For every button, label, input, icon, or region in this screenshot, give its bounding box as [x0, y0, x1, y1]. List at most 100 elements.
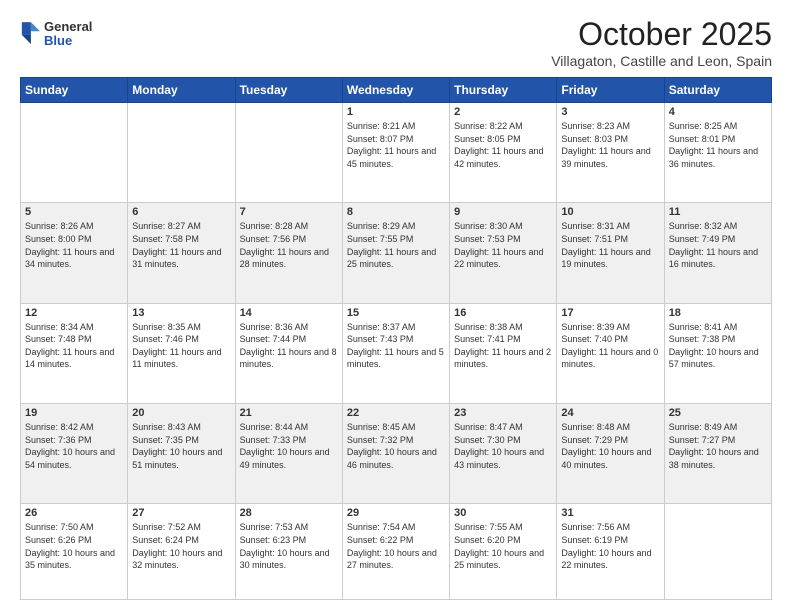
- day-info: Sunrise: 8:36 AM Sunset: 7:44 PM Dayligh…: [240, 321, 338, 371]
- day-number: 8: [347, 206, 445, 218]
- day-number: 20: [132, 407, 230, 419]
- day-number: 25: [669, 407, 767, 419]
- day-number: 11: [669, 206, 767, 218]
- day-info: Sunrise: 7:54 AM Sunset: 6:22 PM Dayligh…: [347, 521, 445, 571]
- day-cell: 20 Sunrise: 8:43 AM Sunset: 7:35 PM Dayli…: [128, 404, 235, 504]
- day-cell: [21, 103, 128, 203]
- day-info: Sunrise: 8:48 AM Sunset: 7:29 PM Dayligh…: [561, 421, 659, 471]
- day-number: 4: [669, 106, 767, 118]
- calendar-header-wednesday: Wednesday: [342, 78, 449, 103]
- day-cell: 5 Sunrise: 8:26 AM Sunset: 8:00 PM Daylig…: [21, 203, 128, 303]
- day-number: 2: [454, 106, 552, 118]
- day-number: 27: [132, 507, 230, 519]
- week-row-2: 5 Sunrise: 8:26 AM Sunset: 8:00 PM Daylig…: [21, 203, 772, 303]
- day-cell: 8 Sunrise: 8:29 AM Sunset: 7:55 PM Daylig…: [342, 203, 449, 303]
- day-cell: 17Sunrise: 8:39 AM Sunset: 7:40 PM Dayli…: [557, 303, 664, 403]
- day-info: Sunrise: 8:49 AM Sunset: 7:27 PM Dayligh…: [669, 421, 767, 471]
- day-number: 18: [669, 307, 767, 319]
- day-cell: [128, 103, 235, 203]
- calendar: SundayMondayTuesdayWednesdayThursdayFrid…: [20, 77, 772, 600]
- month-title: October 2025: [551, 16, 772, 53]
- logo-icon: [20, 20, 40, 48]
- day-cell: 28 Sunrise: 7:53 AM Sunset: 6:23 PM Dayli…: [235, 504, 342, 600]
- day-cell: 3 Sunrise: 8:23 AM Sunset: 8:03 PM Daylig…: [557, 103, 664, 203]
- day-info: Sunrise: 8:39 AM Sunset: 7:40 PM Dayligh…: [561, 321, 659, 371]
- calendar-header-row: SundayMondayTuesdayWednesdayThursdayFrid…: [21, 78, 772, 103]
- day-cell: 26Sunrise: 7:50 AM Sunset: 6:26 PM Dayli…: [21, 504, 128, 600]
- day-cell: 6 Sunrise: 8:27 AM Sunset: 7:58 PM Daylig…: [128, 203, 235, 303]
- logo-blue: Blue: [44, 34, 92, 48]
- calendar-header-sunday: Sunday: [21, 78, 128, 103]
- calendar-header-monday: Monday: [128, 78, 235, 103]
- day-info: Sunrise: 8:29 AM Sunset: 7:55 PM Dayligh…: [347, 220, 445, 270]
- day-number: 24: [561, 407, 659, 419]
- day-number: 12: [25, 307, 123, 319]
- day-number: 3: [561, 106, 659, 118]
- day-info: Sunrise: 8:22 AM Sunset: 8:05 PM Dayligh…: [454, 120, 552, 170]
- day-info: Sunrise: 8:32 AM Sunset: 7:49 PM Dayligh…: [669, 220, 767, 270]
- header: General Blue October 2025 Villagaton, Ca…: [20, 16, 772, 69]
- day-cell: 13 Sunrise: 8:35 AM Sunset: 7:46 PM Dayli…: [128, 303, 235, 403]
- day-info: Sunrise: 8:47 AM Sunset: 7:30 PM Dayligh…: [454, 421, 552, 471]
- day-info: Sunrise: 8:44 AM Sunset: 7:33 PM Dayligh…: [240, 421, 338, 471]
- day-cell: 16 Sunrise: 8:38 AM Sunset: 7:41 PM Dayli…: [450, 303, 557, 403]
- day-number: 10: [561, 206, 659, 218]
- day-number: 13: [132, 307, 230, 319]
- day-cell: [235, 103, 342, 203]
- day-info: Sunrise: 7:56 AM Sunset: 6:19 PM Dayligh…: [561, 521, 659, 571]
- day-cell: 7 Sunrise: 8:28 AM Sunset: 7:56 PM Daylig…: [235, 203, 342, 303]
- day-number: 15: [347, 307, 445, 319]
- day-cell: 18Sunrise: 8:41 AM Sunset: 7:38 PM Dayli…: [664, 303, 771, 403]
- day-cell: 9Sunrise: 8:30 AM Sunset: 7:53 PM Daylig…: [450, 203, 557, 303]
- day-cell: 21 Sunrise: 8:44 AM Sunset: 7:33 PM Dayli…: [235, 404, 342, 504]
- day-number: 5: [25, 206, 123, 218]
- day-cell: [664, 504, 771, 600]
- day-info: Sunrise: 8:23 AM Sunset: 8:03 PM Dayligh…: [561, 120, 659, 170]
- day-number: 7: [240, 206, 338, 218]
- day-cell: 24 Sunrise: 8:48 AM Sunset: 7:29 PM Dayli…: [557, 404, 664, 504]
- day-info: Sunrise: 8:34 AM Sunset: 7:48 PM Dayligh…: [25, 321, 123, 371]
- logo: General Blue: [20, 20, 92, 49]
- day-number: 21: [240, 407, 338, 419]
- day-number: 31: [561, 507, 659, 519]
- day-info: Sunrise: 8:43 AM Sunset: 7:35 PM Dayligh…: [132, 421, 230, 471]
- day-cell: 25 Sunrise: 8:49 AM Sunset: 7:27 PM Dayli…: [664, 404, 771, 504]
- day-info: Sunrise: 8:45 AM Sunset: 7:32 PM Dayligh…: [347, 421, 445, 471]
- day-number: 22: [347, 407, 445, 419]
- day-info: Sunrise: 8:28 AM Sunset: 7:56 PM Dayligh…: [240, 220, 338, 270]
- calendar-header-thursday: Thursday: [450, 78, 557, 103]
- day-number: 14: [240, 307, 338, 319]
- day-cell: 15 Sunrise: 8:37 AM Sunset: 7:43 PM Dayli…: [342, 303, 449, 403]
- day-number: 9: [454, 206, 552, 218]
- day-info: Sunrise: 7:52 AM Sunset: 6:24 PM Dayligh…: [132, 521, 230, 571]
- day-cell: 31 Sunrise: 7:56 AM Sunset: 6:19 PM Dayli…: [557, 504, 664, 600]
- day-info: Sunrise: 8:27 AM Sunset: 7:58 PM Dayligh…: [132, 220, 230, 270]
- day-info: Sunrise: 8:37 AM Sunset: 7:43 PM Dayligh…: [347, 321, 445, 371]
- day-number: 16: [454, 307, 552, 319]
- week-row-4: 19 Sunrise: 8:42 AM Sunset: 7:36 PM Dayli…: [21, 404, 772, 504]
- day-cell: 10Sunrise: 8:31 AM Sunset: 7:51 PM Dayli…: [557, 203, 664, 303]
- calendar-header-saturday: Saturday: [664, 78, 771, 103]
- day-cell: 2 Sunrise: 8:22 AM Sunset: 8:05 PM Daylig…: [450, 103, 557, 203]
- day-number: 19: [25, 407, 123, 419]
- day-info: Sunrise: 8:42 AM Sunset: 7:36 PM Dayligh…: [25, 421, 123, 471]
- day-info: Sunrise: 7:53 AM Sunset: 6:23 PM Dayligh…: [240, 521, 338, 571]
- day-cell: 29 Sunrise: 7:54 AM Sunset: 6:22 PM Dayli…: [342, 504, 449, 600]
- day-number: 29: [347, 507, 445, 519]
- day-cell: 27 Sunrise: 7:52 AM Sunset: 6:24 PM Dayli…: [128, 504, 235, 600]
- calendar-header-tuesday: Tuesday: [235, 78, 342, 103]
- week-row-1: 1Sunrise: 8:21 AM Sunset: 8:07 PM Daylig…: [21, 103, 772, 203]
- day-info: Sunrise: 7:55 AM Sunset: 6:20 PM Dayligh…: [454, 521, 552, 571]
- logo-general: General: [44, 20, 92, 34]
- day-info: Sunrise: 8:38 AM Sunset: 7:41 PM Dayligh…: [454, 321, 552, 371]
- day-info: Sunrise: 8:26 AM Sunset: 8:00 PM Dayligh…: [25, 220, 123, 270]
- day-number: 28: [240, 507, 338, 519]
- day-cell: 22 Sunrise: 8:45 AM Sunset: 7:32 PM Dayli…: [342, 404, 449, 504]
- day-info: Sunrise: 8:25 AM Sunset: 8:01 PM Dayligh…: [669, 120, 767, 170]
- calendar-header-friday: Friday: [557, 78, 664, 103]
- day-info: Sunrise: 8:35 AM Sunset: 7:46 PM Dayligh…: [132, 321, 230, 371]
- day-number: 6: [132, 206, 230, 218]
- day-cell: 1Sunrise: 8:21 AM Sunset: 8:07 PM Daylig…: [342, 103, 449, 203]
- day-cell: 23Sunrise: 8:47 AM Sunset: 7:30 PM Dayli…: [450, 404, 557, 504]
- day-info: Sunrise: 7:50 AM Sunset: 6:26 PM Dayligh…: [25, 521, 123, 571]
